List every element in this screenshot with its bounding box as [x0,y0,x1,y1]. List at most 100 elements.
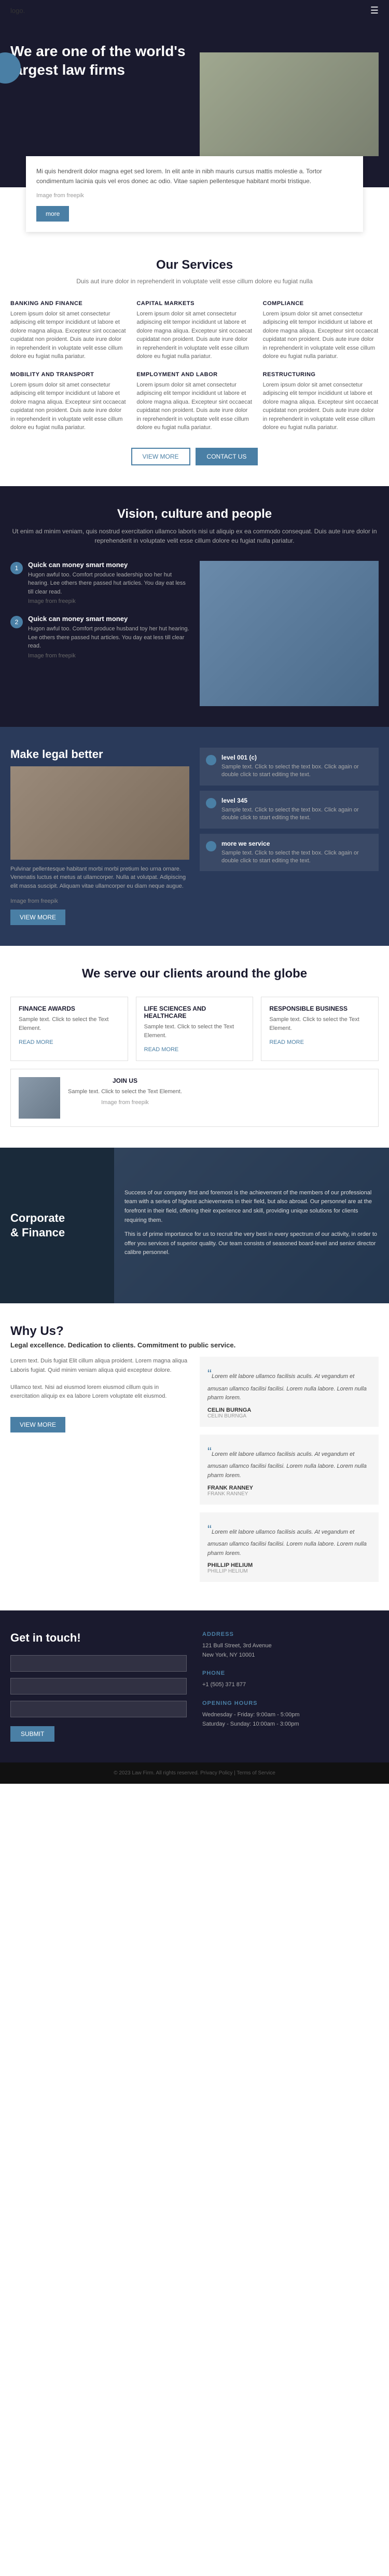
services-view-more-button[interactable]: VIEW MORE [131,448,190,465]
services-contact-button[interactable]: CONTACT US [196,448,258,465]
globe-card-finance-title: Finance Awards [19,1005,120,1012]
make-legal-item-1-text: level 001 (c) Sample text. Click to sele… [221,754,372,779]
vision-item-1-text: Quick can money smart money Hugon awful … [28,561,189,605]
contact-hours-line1: Wednesday - Friday: 9:00am - 5:00pm [202,1711,379,1720]
service-compliance: COMPLIANCE Lorem ipsum dolor sit amet co… [263,300,379,361]
make-legal-icon-3 [206,841,216,851]
contact-field-3[interactable] [10,1701,187,1717]
menu-icon[interactable]: ☰ [370,5,379,16]
quote-card-3: Lorem elit labore ullamco facilisis acul… [200,1512,379,1582]
quote-1-text: Lorem elit labore ullamco facilisis acul… [207,1365,371,1403]
make-legal-item-3-title: more we service [221,840,372,847]
make-legal-icon-1 [206,755,216,765]
why-us-right: Lorem elit labore ullamco facilisis acul… [200,1357,379,1590]
globe-card-lifesciences-link[interactable]: READ MORE [144,1046,179,1053]
contact-heading: Get in touch! [10,1631,187,1645]
make-legal-image [10,766,189,860]
quote-3-text: Lorem elit labore ullamco facilisis acul… [207,1520,371,1559]
vision-heading: Vision, culture and people [10,507,379,521]
contact-input-2[interactable] [10,1678,187,1695]
vision-subtitle: Ut enim ad minim veniam, quis nostrud ex… [10,527,379,545]
vision-item-2-credit: Image from freepik [28,653,189,659]
corporate-title-line2: & Finance [10,1226,65,1239]
navigation: logo. ☰ [0,0,389,21]
services-section: Our Services Duis aut irure dolor in rep… [0,232,389,486]
service-banking-title: BANKING AND FINANCE [10,300,126,307]
globe-join-image [19,1077,60,1119]
contact-address-section: ADDRESS 121 Bull Street, 3rd Avenue New … [202,1631,379,1660]
contact-field-2[interactable] [10,1678,187,1695]
vision-item-2-title: Quick can money smart money [28,615,189,623]
contact-phone-section: PHONE +1 (505) 371 877 [202,1670,379,1690]
globe-section: We serve our clients around the globe Fi… [0,946,389,1148]
make-legal-item-3-text: more we service Sample text. Click to se… [221,840,372,865]
quote-3-role: PHILLIP HELIUM [207,1568,371,1574]
contact-input-1[interactable] [10,1655,187,1672]
make-legal-more-button[interactable]: VIEW MORE [10,910,65,925]
globe-card-finance-link[interactable]: READ MORE [19,1039,53,1045]
why-us-left: Lorem text. Duis fugiat Elit cillum aliq… [10,1357,189,1590]
contact-field-1[interactable] [10,1655,187,1672]
corporate-body2: This is of prime importance for us to re… [124,1230,379,1258]
contact-hours-line2: Saturday - Sunday: 10:00am - 3:00pm [202,1720,379,1729]
contact-hours-label: OPENING HOURS [202,1700,379,1706]
services-grid-row1: BANKING AND FINANCE Lorem ipsum dolor si… [10,300,379,361]
make-legal-section: Make legal better Pulvinar pellentesque … [0,727,389,946]
contact-address-line1: 121 Bull Street, 3rd Avenue [202,1642,379,1651]
corporate-right: Success of our company first and foremos… [114,1148,389,1303]
service-mobility-title: MOBILITY AND TRANSPORT [10,371,126,378]
vision-left: 1 Quick can money smart money Hugon awfu… [10,561,189,706]
corporate-overlay: Success of our company first and foremos… [114,1148,389,1303]
make-legal-item-2-body: Sample text. Click to select the text bo… [221,806,372,822]
vision-right [200,561,379,706]
why-us-body1: Lorem text. Duis fugiat Elit cillum aliq… [10,1357,189,1375]
contact-phone-label: PHONE [202,1670,379,1676]
vision-content: 1 Quick can money smart money Hugon awfu… [10,561,379,706]
globe-card-responsible: Responsible Business Sample text. Click … [261,997,379,1061]
vision-num-2: 2 [10,616,23,628]
make-legal-item-1: level 001 (c) Sample text. Click to sele… [200,748,379,786]
make-legal-item-2-text: level 345 Sample text. Click to select t… [221,797,372,822]
globe-join-title: Join Us [68,1077,182,1084]
footer: © 2023 Law Firm. All rights reserved. Pr… [0,1762,389,1784]
hero-content-card: Mi quis hendrerit dolor magna eget sed l… [26,156,363,232]
corporate-section: Corporate & Finance Success of our compa… [0,1148,389,1303]
contact-hours-section: OPENING HOURS Wednesday - Friday: 9:00am… [202,1700,379,1729]
vision-item-2: 2 Quick can money smart money Hugon awfu… [10,615,189,659]
globe-cards-grid: Finance Awards Sample text. Click to sel… [10,997,379,1061]
globe-card-responsible-title: Responsible Business [269,1005,370,1012]
quote-2-role: FRANK RANNEY [207,1491,371,1497]
contact-submit-button[interactable]: SUBMIT [10,1726,54,1742]
contact-input-3[interactable] [10,1701,187,1717]
quote-3-author: PHILLIP HELIUM [207,1562,371,1568]
why-us-view-more-button[interactable]: VIEW MORE [10,1417,65,1432]
globe-card-responsible-link[interactable]: READ MORE [269,1039,304,1045]
make-legal-left: Make legal better Pulvinar pellentesque … [10,748,189,926]
service-capital: CAPITAL MARKETS Lorem ipsum dolor sit am… [136,300,252,361]
service-compliance-title: COMPLIANCE [263,300,379,307]
service-banking-body: Lorem ipsum dolor sit amet consectetur a… [10,310,126,361]
globe-card-lifesciences: Life sciences and healthcare Sample text… [136,997,254,1061]
hero-more-button[interactable]: more [36,206,69,222]
services-subtitle: Duis aut irure dolor in reprehenderit in… [10,278,379,285]
make-legal-img-credit: Image from freepik [10,898,189,904]
make-legal-heading: Make legal better [10,748,189,761]
service-compliance-body: Lorem ipsum dolor sit amet consectetur a… [263,310,379,361]
contact-right: ADDRESS 121 Bull Street, 3rd Avenue New … [202,1631,379,1742]
make-legal-icon-2 [206,798,216,808]
service-banking: BANKING AND FINANCE Lorem ipsum dolor si… [10,300,126,361]
contact-address-label: ADDRESS [202,1631,379,1637]
globe-card-finance-body: Sample text. Click to select the Text El… [19,1015,120,1032]
make-legal-item-2: level 345 Sample text. Click to select t… [200,791,379,829]
corporate-left: Corporate & Finance [0,1148,114,1303]
why-us-body2: Ullamco text. Nisi ad eiusmod lorem eius… [10,1383,189,1401]
vision-num-1: 1 [10,562,23,574]
services-buttons: VIEW MORE CONTACT US [10,448,379,465]
make-legal-item-2-title: level 345 [221,797,372,804]
vision-item-1: 1 Quick can money smart money Hugon awfu… [10,561,189,605]
service-mobility: MOBILITY AND TRANSPORT Lorem ipsum dolor… [10,371,126,432]
vision-item-1-credit: Image from freepik [28,598,189,604]
hero-image [200,52,379,156]
why-us-heading: Why Us? [10,1324,379,1339]
vision-section: Vision, culture and people Ut enim ad mi… [0,486,389,727]
